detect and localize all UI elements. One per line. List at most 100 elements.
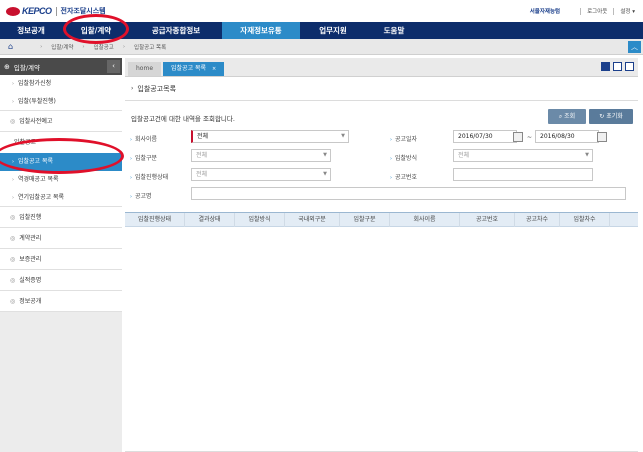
page-description: 입찰공고건에 대한 내역을 조회합니다. [131,115,235,123]
company-label: › 회사이름 [130,136,158,143]
notice-name-label: › 공고명 [130,193,152,200]
column-header[interactable]: 입찰구분 [340,213,390,228]
column-header[interactable]: 공고차수 [515,213,560,228]
sidebar-heading-label: 입찰/계약 [13,63,40,72]
page-title-row: › 입찰공고목록 [125,77,638,101]
column-header[interactable]: 국내외구분 [285,213,340,228]
breadcrumb-item[interactable]: 입찰/계약 [51,43,73,51]
circle-icon: ◎ [10,118,16,125]
notice-name-input[interactable] [191,187,626,200]
logo-divider [55,6,57,16]
column-header[interactable]: 결과상태 [185,213,235,228]
date-from-field[interactable]: 2016/07/30 [453,130,517,143]
bid-type-select[interactable]: 전체 ▼ [191,149,331,162]
chevron-down-icon: ▼ [585,152,589,158]
notice-no-label: › 공고번호 [390,174,418,181]
chevron-right-icon: › [122,43,126,50]
circle-icon: ◎ [10,298,16,305]
window-icon[interactable] [601,62,610,71]
circle-icon: ◎ [10,256,16,263]
reset-button[interactable]: ↻ 초기화 [589,109,633,124]
nav-info-disclosure[interactable]: 정보공개 [0,22,62,39]
sidebar-item-bid-participation[interactable]: › 입찰참가신청 [0,75,122,93]
circle-icon: ◎ [10,235,16,242]
logout-link[interactable]: 로그아웃 [587,7,607,15]
circle-icon: ◎ [10,214,16,221]
nav-supplier-info[interactable]: 공급자종합정보 [130,22,222,39]
sidebar-item-label: 실적증명 [19,277,42,284]
chevron-up-icon[interactable]: ︿ [628,41,641,53]
sidebar-item-guarantee-mgmt[interactable]: ◎ 보증관리 [0,249,122,270]
sidebar-item-postponed-notice-list[interactable]: › 연기입찰공고 목록 [0,189,122,207]
sidebar-item-bid-progress[interactable]: › 입찰(투찰진행) [0,93,122,111]
column-header[interactable]: 입찰방식 [235,213,285,228]
triangle-icon: › [12,81,14,87]
notice-no-input[interactable] [453,168,593,181]
settings-link[interactable]: 설정 ▾ [620,7,635,15]
sidebar-item-label: 계약관리 [19,235,42,242]
highlight-ellipse [0,138,124,174]
circle-arrow-icon: ⊕ [4,62,10,71]
column-header[interactable]: 입찰진행상태 [125,213,185,228]
chevron-right-icon: › [82,43,85,50]
tab-home[interactable]: home [128,62,162,76]
bid-status-label: › 입찰진행상태 [130,174,169,181]
utility-links: 서울자재능텀 로그아웃 설정 ▾ [530,7,635,15]
home-icon[interactable]: ⌂ [8,42,13,51]
chevron-left-icon[interactable]: ‹ [107,60,120,73]
chevron-down-icon: ▼ [323,152,327,158]
page-title: 입찰공고목록 [137,84,177,93]
logo-brand: KEPCO [22,6,52,16]
window-controls [598,62,634,71]
close-icon[interactable]: × [212,66,216,72]
date-label: › 공고일자 [390,136,418,143]
column-header[interactable]: 회사이름 [390,213,460,228]
main-content: home 입찰공고 목록 × › 입찰공고목록 입찰공고건에 대한 내역을 조회합… [125,58,638,452]
sidebar-item-performance-cert[interactable]: ◎ 실적증명 [0,270,122,291]
column-header[interactable]: 입찰차수 [560,213,610,228]
nav-material-info[interactable]: 자재정보유통 [222,22,300,39]
results-table-body [125,227,638,452]
bid-method-label: › 입찰방식 [390,155,418,162]
search-button[interactable]: ⌕ 조회 [548,109,586,124]
sidebar-item-label: 정보공개 [19,298,42,305]
bid-method-select[interactable]: 전체 ▼ [453,149,593,162]
nav-work-support[interactable]: 업무지원 [300,22,366,39]
chevron-right-icon: › [40,43,43,50]
sidebar-heading: ⊕ 입찰/계약 ‹ [0,58,122,75]
sidebar-item-contract-mgmt[interactable]: ◎ 계약관리 [0,228,122,249]
sidebar-item-label: 연기입찰공고 목록 [18,194,65,201]
highlight-ellipse [63,14,129,44]
user-name: 서울자재능텀 [529,9,561,15]
circle-icon: ◎ [10,277,16,284]
column-header[interactable]: 공고번호 [460,213,515,228]
sidebar-item-label: 입찰참가신청 [18,80,52,87]
calendar-icon[interactable] [597,132,607,142]
tab-bar: home 입찰공고 목록 × [125,58,638,77]
sidebar-item-label: 역경매공고 목록 [18,176,59,183]
date-to-field[interactable]: 2016/08/30 [535,130,599,143]
chevron-down-icon: ▼ [323,171,327,177]
sidebar-item-label: 입찰진행 [19,214,42,221]
bid-type-label: › 입찰구분 [130,155,158,162]
breadcrumb-item: 입찰공고 목록 [134,44,167,51]
results-table-header: 입찰진행상태 결과상태 입찰방식 국내외구분 입찰구분 회사이름 공고번호 공고… [125,212,638,228]
tab-label: 입찰공고 목록 [171,65,207,72]
nav-help[interactable]: 도움말 [366,22,422,39]
sidebar-item-label: 보증관리 [19,256,42,263]
tab-bid-notice-list[interactable]: 입찰공고 목록 × [163,62,225,76]
calendar-icon[interactable] [513,132,523,142]
sidebar: ⊕ 입찰/계약 ‹ › 입찰참가신청 › 입찰(투찰진행) ◎ 입찰사전예고 입찰공고… [0,58,122,452]
sidebar-item-info-disclosure[interactable]: ◎ 정보공개 [0,291,122,312]
date-separator: ~ [527,134,533,141]
kepco-logo-mark [6,6,20,16]
window-icon[interactable] [613,62,622,71]
chevron-right-icon: › [131,85,134,92]
bid-status-select[interactable]: 전체 ▼ [191,168,331,181]
search-panel: 입찰공고건에 대한 내역을 조회합니다. ⌕ 조회 ↻ 초기화 › 회사이름 전체… [125,104,638,210]
triangle-icon: › [12,99,14,105]
sidebar-item-bid-progress-menu[interactable]: ◎ 입찰진행 [0,207,122,228]
sidebar-item-pre-notice[interactable]: ◎ 입찰사전예고 [0,111,122,132]
window-icon[interactable] [625,62,634,71]
company-select[interactable]: 전체 ▼ [191,130,349,143]
